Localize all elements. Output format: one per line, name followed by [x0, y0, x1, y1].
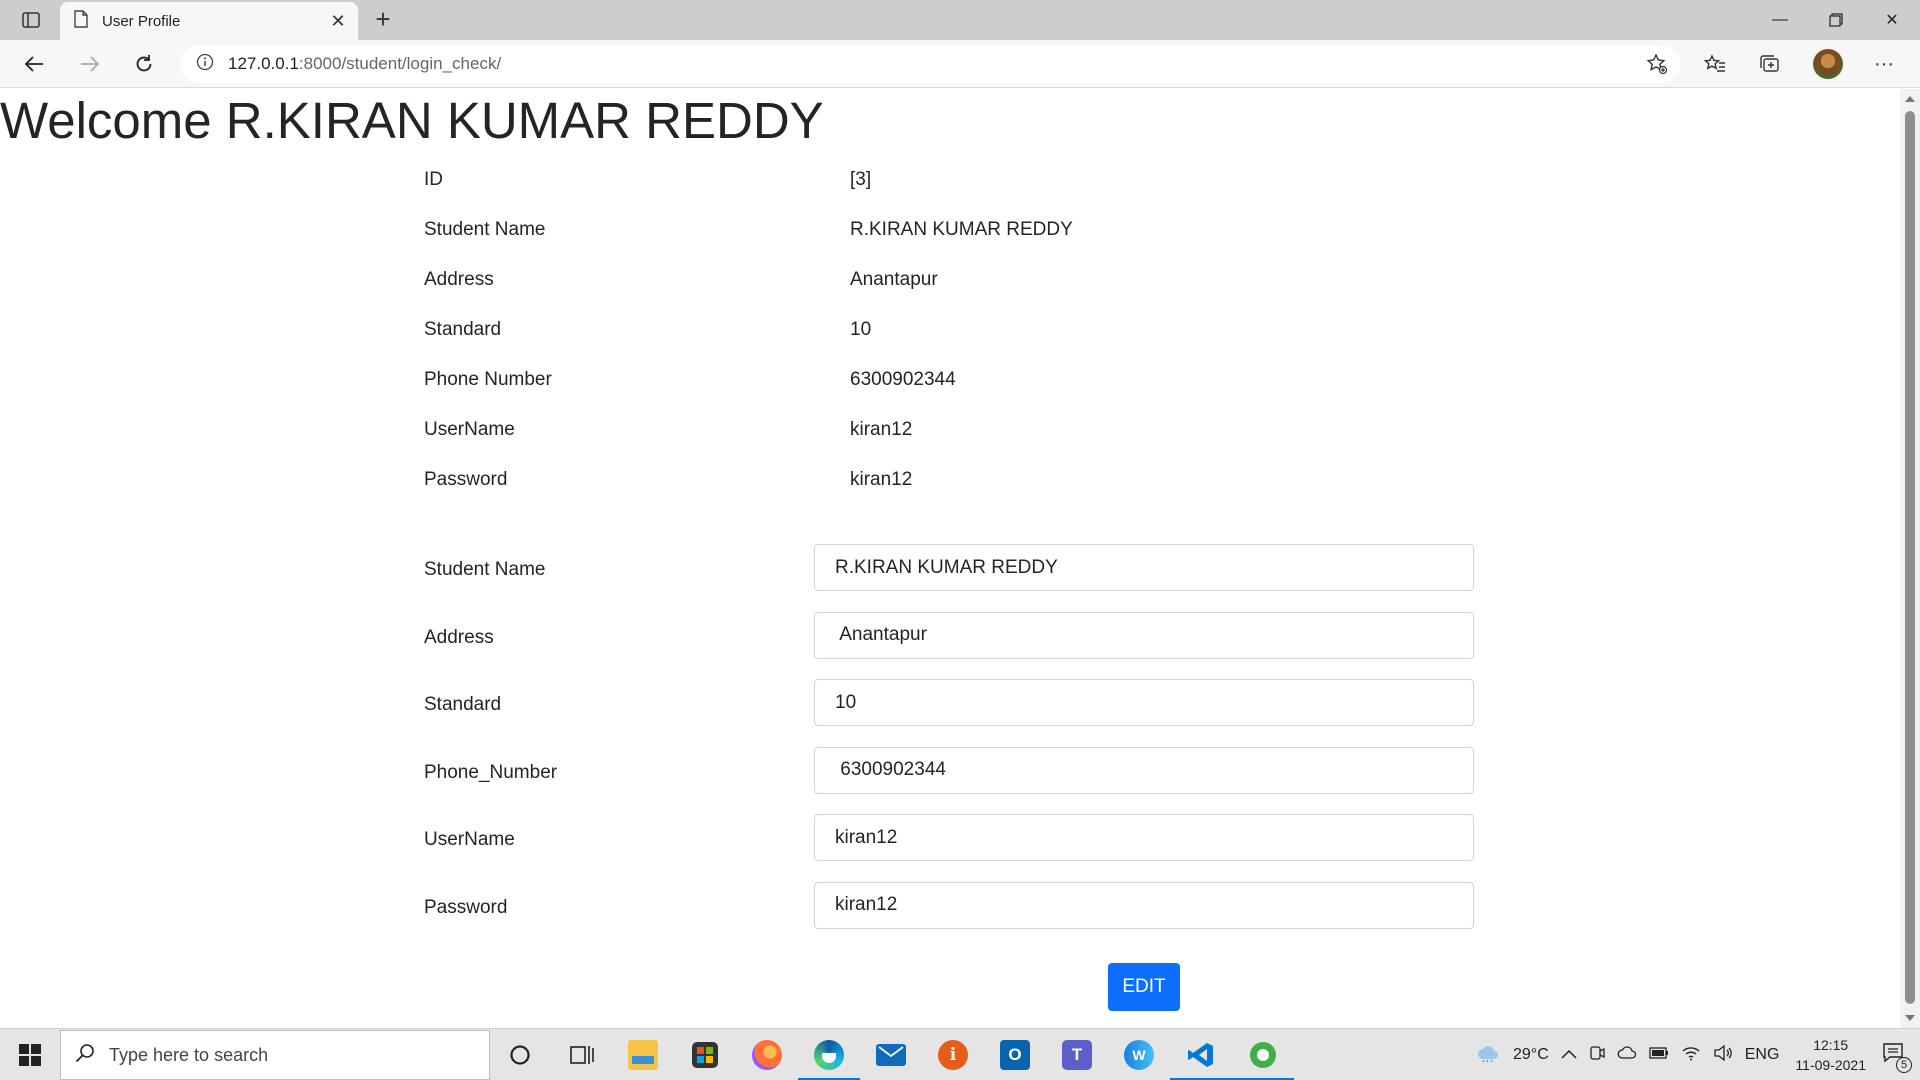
address-bar[interactable]: 127.0.0.1:8000/student/login_check/ — [180, 45, 1680, 83]
forward-icon[interactable] — [72, 48, 108, 80]
page-content: Welcome R.KIRAN KUMAR REDDY ID [3] Stude… — [0, 89, 1900, 1028]
scroll-up-icon[interactable] — [1905, 96, 1915, 102]
info-app-icon[interactable]: i — [922, 1029, 984, 1080]
wifi-icon[interactable] — [1681, 1045, 1701, 1066]
collections-icon[interactable] — [1752, 48, 1788, 80]
onedrive-icon[interactable] — [1617, 1045, 1637, 1065]
volume-icon[interactable] — [1713, 1044, 1733, 1066]
file-explorer-icon[interactable] — [612, 1029, 674, 1080]
clock-time: 12:15 — [1813, 1037, 1849, 1053]
scrollbar-thumb[interactable] — [1905, 111, 1915, 1004]
taskbar: Type here to search i O T W 29°C ENG 12:… — [0, 1028, 1920, 1080]
info-value: kiran12 — [850, 419, 913, 440]
page-scrollbar[interactable] — [1900, 89, 1920, 1028]
vscode-icon[interactable] — [1170, 1029, 1232, 1080]
site-info-icon[interactable] — [196, 53, 214, 76]
scroll-down-icon[interactable] — [1905, 1015, 1915, 1021]
temperature[interactable]: 29°C — [1513, 1046, 1549, 1064]
system-tray: 29°C ENG 12:15 11-09-2021 5 — [1469, 1029, 1920, 1080]
username-input[interactable] — [814, 814, 1474, 861]
search-icon — [75, 1043, 95, 1068]
info-value: [3] — [850, 169, 872, 190]
profile-avatar[interactable] — [1810, 48, 1846, 80]
edge-icon[interactable] — [798, 1029, 860, 1080]
store-icon[interactable] — [674, 1029, 736, 1080]
language-indicator[interactable]: ENG — [1745, 1046, 1780, 1064]
info-value: 6300902344 — [850, 369, 956, 390]
anaconda-icon[interactable] — [1232, 1029, 1294, 1080]
edit-button[interactable]: EDIT — [1108, 963, 1180, 1011]
firefox-icon[interactable] — [736, 1029, 798, 1080]
student-name-label: Student Name — [424, 559, 546, 580]
browser-tab-bar: User Profile ✕ + — ✕ — [0, 0, 1920, 40]
address-label: Address — [424, 626, 494, 648]
mail-icon[interactable] — [860, 1029, 922, 1080]
student-name-input[interactable] — [814, 544, 1474, 591]
meet-now-icon[interactable] — [1589, 1045, 1605, 1066]
favorites-icon[interactable] — [1697, 48, 1733, 80]
windows-start-icon[interactable] — [0, 1029, 60, 1080]
window-controls: — ✕ — [1752, 0, 1920, 40]
webex-icon[interactable]: W — [1108, 1029, 1170, 1080]
password-input[interactable] — [814, 881, 1474, 929]
add-favorite-icon[interactable] — [1646, 53, 1668, 80]
phone-number-label: Phone_Number — [424, 761, 558, 783]
weather-icon[interactable] — [1475, 1043, 1501, 1068]
page-title: Welcome R.KIRAN KUMAR REDDY — [0, 92, 824, 149]
info-label: UserName — [424, 419, 515, 440]
address-input[interactable] — [814, 611, 1474, 659]
phone-number-input[interactable] — [814, 746, 1474, 794]
task-view-icon[interactable] — [551, 1029, 613, 1080]
page-icon — [74, 9, 88, 33]
info-label: Standard — [424, 319, 502, 340]
outlook-icon[interactable]: O — [984, 1029, 1046, 1080]
new-tab-button[interactable]: + — [368, 6, 398, 34]
teams-icon[interactable]: T — [1046, 1029, 1108, 1080]
info-value: 10 — [850, 319, 872, 340]
tab-title: User Profile — [102, 12, 181, 30]
info-value: Anantapur — [850, 269, 938, 290]
minimize-icon[interactable]: — — [1752, 0, 1808, 40]
battery-icon[interactable] — [1649, 1046, 1669, 1064]
restore-icon[interactable] — [1808, 0, 1864, 40]
standard-label: Standard — [424, 694, 502, 715]
username-label: UserName — [424, 829, 515, 850]
info-value: kiran12 — [850, 469, 913, 490]
back-icon[interactable] — [16, 48, 52, 80]
info-label: Phone Number — [424, 369, 552, 390]
browser-tab-active[interactable]: User Profile ✕ — [60, 2, 358, 40]
info-label: ID — [424, 169, 443, 190]
close-tab-icon[interactable]: ✕ — [324, 7, 352, 35]
clock-date: 11-09-2021 — [1795, 1057, 1866, 1073]
tab-actions-icon[interactable] — [14, 8, 48, 32]
more-options-icon[interactable]: ··· — [1866, 48, 1902, 80]
browser-toolbar: 127.0.0.1:8000/student/login_check/ ··· — [0, 40, 1920, 88]
search-placeholder: Type here to search — [109, 1044, 269, 1065]
clock[interactable]: 12:15 11-09-2021 — [1795, 1035, 1866, 1075]
taskbar-search-box[interactable]: Type here to search — [60, 1030, 490, 1080]
show-hidden-icons[interactable] — [1561, 1046, 1577, 1064]
info-value: R.KIRAN KUMAR REDDY — [850, 219, 1073, 240]
close-window-icon[interactable]: ✕ — [1864, 0, 1920, 40]
info-label: Address — [424, 269, 494, 290]
cortana-icon[interactable] — [489, 1029, 551, 1080]
notification-count: 5 — [1896, 1056, 1912, 1073]
notification-icon[interactable]: 5 — [1882, 1042, 1912, 1073]
standard-input[interactable] — [814, 679, 1474, 726]
password-label: Password — [424, 896, 508, 918]
url-text: 127.0.0.1:8000/student/login_check/ — [228, 54, 502, 73]
refresh-icon[interactable] — [126, 48, 162, 80]
info-label: Student Name — [424, 219, 546, 240]
info-label: Password — [424, 469, 508, 490]
